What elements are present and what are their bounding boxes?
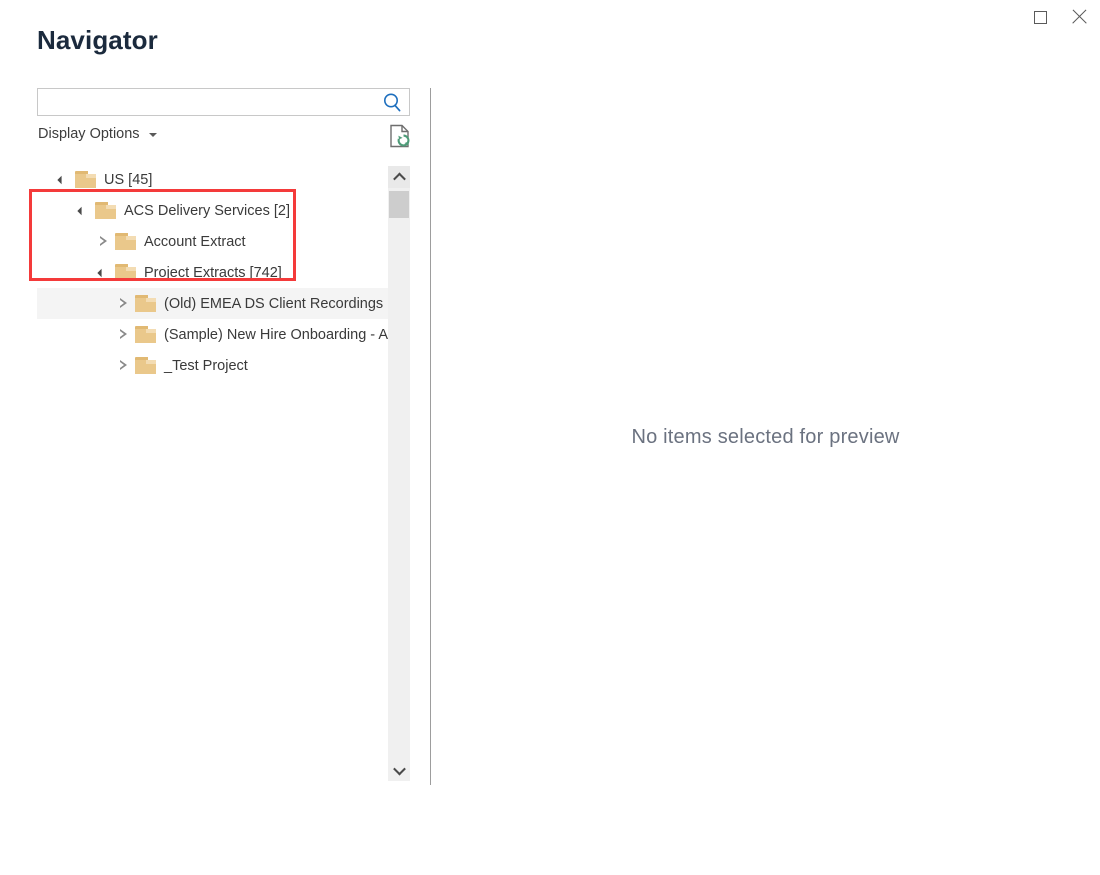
collapsed-triangle-icon[interactable] — [95, 226, 111, 257]
expanded-triangle-icon[interactable] — [75, 195, 91, 226]
search-icon[interactable] — [382, 92, 404, 113]
tree-item-label: _Test Project — [164, 357, 248, 374]
expanded-triangle-glyph — [57, 175, 66, 184]
scrollbar-thumb[interactable] — [389, 191, 409, 218]
chevron-down-icon — [148, 133, 157, 137]
tree-item-label: US [45] — [104, 171, 153, 188]
tree-item[interactable]: ACS Delivery Services [2] — [37, 195, 388, 226]
expanded-triangle-icon[interactable] — [95, 257, 111, 288]
collapsed-triangle-icon[interactable] — [115, 319, 131, 350]
tree-view[interactable]: US [45] ACS Delivery Services [2] Account … — [37, 164, 388, 784]
tree-item-label: Account Extract — [144, 233, 246, 250]
tree-item-label: (Old) EMEA DS Client Recordings [1] — [164, 295, 388, 312]
folder-icon — [135, 295, 156, 312]
collapsed-triangle-icon[interactable] — [115, 350, 131, 381]
scroll-up-button[interactable] — [388, 166, 410, 188]
close-button[interactable] — [1057, 0, 1100, 34]
tree-item-label: (Sample) New Hire Onboarding - AMER — [164, 326, 388, 343]
tree-item[interactable]: (Sample) New Hire Onboarding - AMER — [37, 319, 388, 350]
close-icon — [1071, 9, 1087, 25]
collapsed-triangle-glyph — [119, 329, 127, 340]
expanded-triangle-glyph — [77, 206, 86, 215]
collapsed-triangle-icon[interactable] — [115, 288, 131, 319]
display-options-dropdown[interactable]: Display Options — [38, 126, 157, 142]
tree-item-label: Project Extracts [742] — [144, 264, 282, 281]
collapsed-triangle-glyph — [119, 360, 127, 371]
folder-icon — [75, 171, 96, 188]
preview-empty-message: No items selected for preview — [631, 426, 900, 448]
maximize-button[interactable] — [1018, 0, 1062, 34]
expanded-triangle-glyph — [97, 268, 106, 277]
folder-icon — [135, 357, 156, 374]
search-input[interactable] — [38, 89, 380, 115]
maximize-icon — [1033, 10, 1047, 24]
folder-icon — [115, 233, 136, 250]
navigator-dialog: Navigator Display Options US [45] ACS Del… — [0, 0, 1100, 875]
search-box[interactable] — [37, 88, 410, 116]
navigation-panel: Display Options US [45] ACS Delivery Serv… — [37, 88, 412, 788]
preview-pane: No items selected for preview — [431, 88, 1100, 785]
collapsed-triangle-glyph — [99, 236, 107, 247]
tree-item-label: ACS Delivery Services [2] — [124, 202, 290, 219]
tree-item[interactable]: Project Extracts [742] — [37, 257, 388, 288]
expanded-triangle-icon[interactable] — [55, 164, 71, 195]
tree-scrollbar[interactable] — [388, 166, 410, 781]
scroll-down-button[interactable] — [388, 759, 410, 781]
display-options-label: Display Options — [38, 126, 140, 142]
collapsed-triangle-glyph — [119, 298, 127, 309]
tree-item[interactable]: (Old) EMEA DS Client Recordings [1] — [37, 288, 388, 319]
tree-item[interactable]: Account Extract — [37, 226, 388, 257]
dialog-footer: Load Transform Data Cancel — [0, 787, 1100, 875]
title-bar — [0, 0, 1100, 36]
folder-icon — [95, 202, 116, 219]
tree-view-container: US [45] ACS Delivery Services [2] Account … — [37, 164, 410, 784]
tree-item[interactable]: US [45] — [37, 164, 388, 195]
chevron-up-icon — [392, 172, 406, 185]
chevron-down-icon — [392, 762, 406, 775]
page-title: Navigator — [37, 25, 158, 55]
folder-icon — [135, 326, 156, 343]
refresh-document-icon[interactable] — [389, 124, 411, 148]
tree-item[interactable]: _Test Project — [37, 350, 388, 381]
folder-icon — [115, 264, 136, 281]
